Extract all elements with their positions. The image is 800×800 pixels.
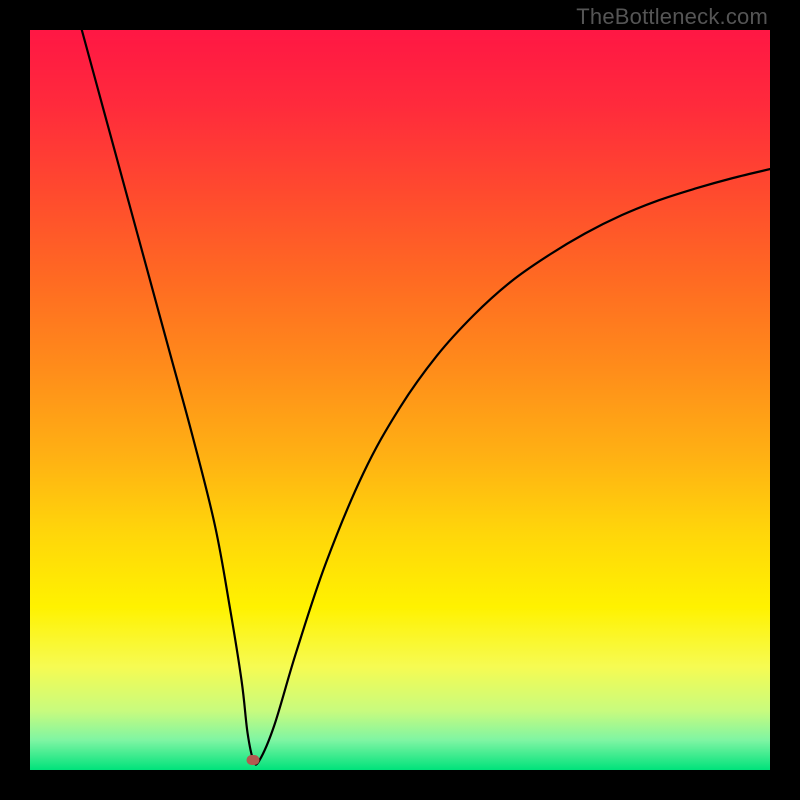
chart-frame: TheBottleneck.com xyxy=(0,0,800,800)
plot-area xyxy=(30,30,770,770)
optimal-point-marker xyxy=(247,755,260,765)
bottleneck-curve xyxy=(30,30,770,770)
watermark-text: TheBottleneck.com xyxy=(576,4,768,30)
